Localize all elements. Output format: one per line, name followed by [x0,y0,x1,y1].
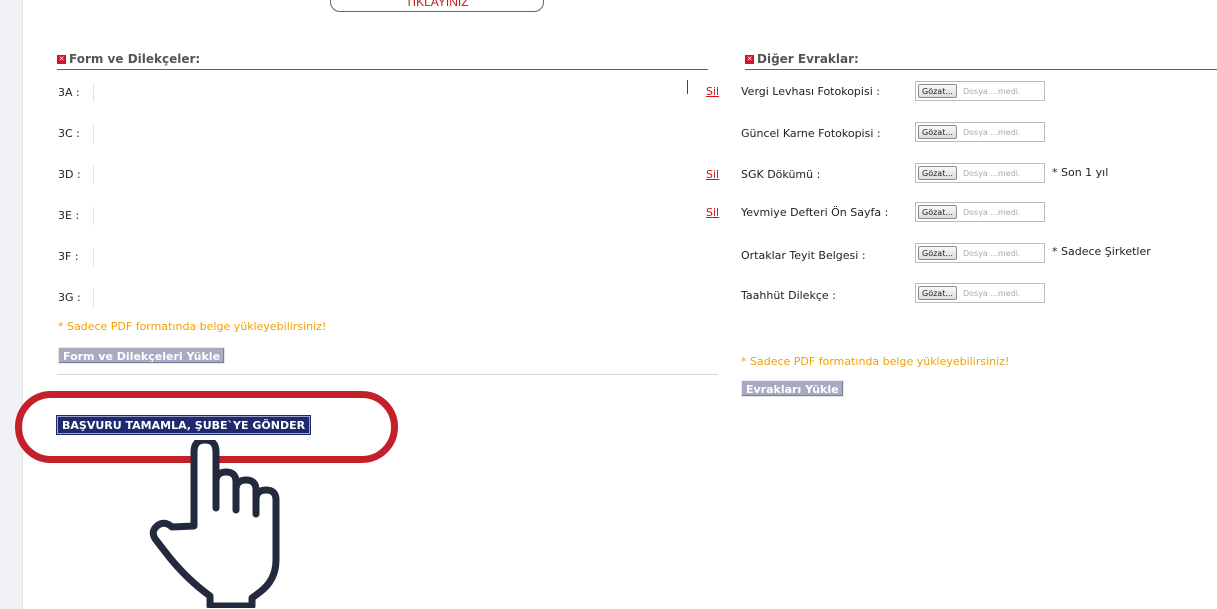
file-input-ortaklar[interactable]: Gözat... Dosya ...medi. [915,243,1045,263]
click-here-button[interactable]: TIKLAYINIZ [330,0,544,12]
field-label-3c: 3C : [58,127,80,140]
field-label-3d: 3D : [58,168,81,181]
upload-documents-button[interactable]: Evrakları Yükle [741,380,844,397]
forms-section-divider [57,69,708,70]
field-input-3e[interactable] [93,207,94,225]
field-label-3f: 3F : [58,250,79,263]
browse-button[interactable]: Gözat... [918,84,957,98]
doc-label-yevmiye: Yevmiye Defteri Ön Sayfa : [741,206,889,219]
file-input-taahhut[interactable]: Gözat... Dosya ...medi. [915,283,1045,303]
file-placeholder: Dosya ...medi. [962,207,1021,217]
file-placeholder: Dosya ...medi. [962,168,1021,178]
field-input-3g[interactable] [93,289,94,307]
delete-link-vergi[interactable]: Sil [706,85,719,98]
hand-pointer-icon [149,440,280,608]
browse-button[interactable]: Gözat... [918,125,957,139]
file-placeholder: Dosya ...medi. [962,86,1021,96]
field-label-3a: 3A : [58,86,80,99]
field-label-3g: 3G : [58,291,81,304]
doc-label-ortaklar: Ortaklar Teyit Belgesi : [741,249,866,262]
file-input-vergi[interactable]: Gözat... Dosya ...medi. [915,81,1045,101]
file-input-karne[interactable]: Gözat... Dosya ...medi. [915,122,1045,142]
file-input-yevmiye[interactable]: Gözat... Dosya ...medi. [915,202,1045,222]
browse-button[interactable]: Gözat... [918,205,957,219]
doc-label-vergi: Vergi Levhası Fotokopisi : [741,85,880,98]
upload-forms-button[interactable]: Form ve Dilekçeleri Yükle [58,347,226,364]
browse-button[interactable]: Gözat... [918,246,957,260]
field-input-3f[interactable] [93,248,94,266]
file-placeholder: Dosya ...medi. [962,127,1021,137]
other-docs-section-divider [745,69,1217,70]
doc-label-taahhut: Taahhüt Dilekçe : [741,289,836,302]
file-placeholder: Dosya ...medi. [962,288,1021,298]
doc-note-ortaklar: * Sadece Şirketler [1052,245,1151,258]
pdf-only-note-right: * Sadece PDF formatında belge yükleyebil… [741,355,1010,368]
file-placeholder: Dosya ...medi. [962,248,1021,258]
forms-section-title: ✕ Form ve Dilekçeler: [57,52,201,66]
field-input-3a[interactable] [93,84,94,102]
pdf-only-note: * Sadece PDF formatında belge yükleyebil… [58,320,327,333]
section-bullet-icon: ✕ [57,54,66,64]
click-here-label: TIKLAYINIZ [405,0,469,9]
delete-link-sgk[interactable]: Sil [706,168,719,181]
field-label-3e: 3E : [58,209,80,222]
browse-button[interactable]: Gözat... [918,166,957,180]
doc-label-sgk: SGK Dökümü : [741,168,821,181]
left-sidebar-strip [0,0,23,609]
other-docs-section-title: ✕ Diğer Evraklar: [745,52,859,66]
doc-label-karne: Güncel Karne Fotokopisi : [741,127,881,140]
file-input-sgk[interactable]: Gözat... Dosya ...medi. [915,163,1045,183]
text-cursor [687,80,688,94]
field-input-3c[interactable] [93,125,94,143]
field-input-3d[interactable] [93,166,94,184]
forms-bottom-divider [57,374,718,375]
doc-note-sgk: * Son 1 yıl [1052,166,1109,179]
browse-button[interactable]: Gözat... [918,286,957,300]
delete-link-yevmiye[interactable]: Sil [706,206,719,219]
section-bullet-icon: ✕ [745,54,754,64]
